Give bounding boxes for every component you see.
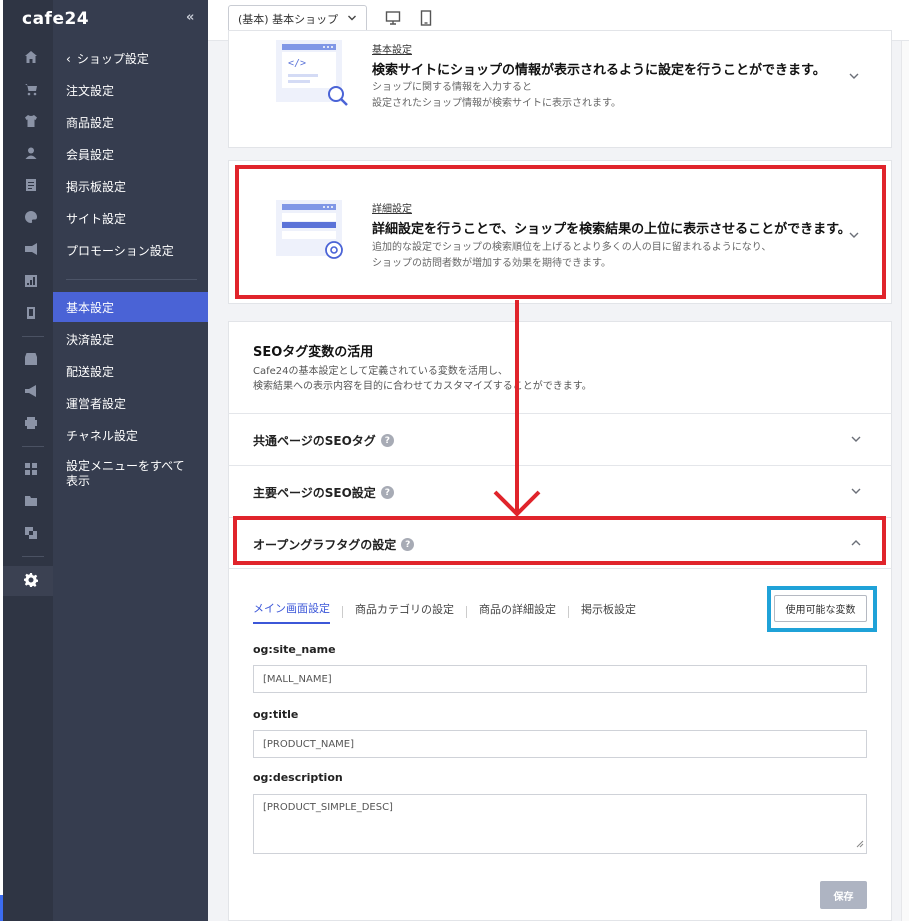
annotation-arrow-icon: [493, 300, 541, 517]
